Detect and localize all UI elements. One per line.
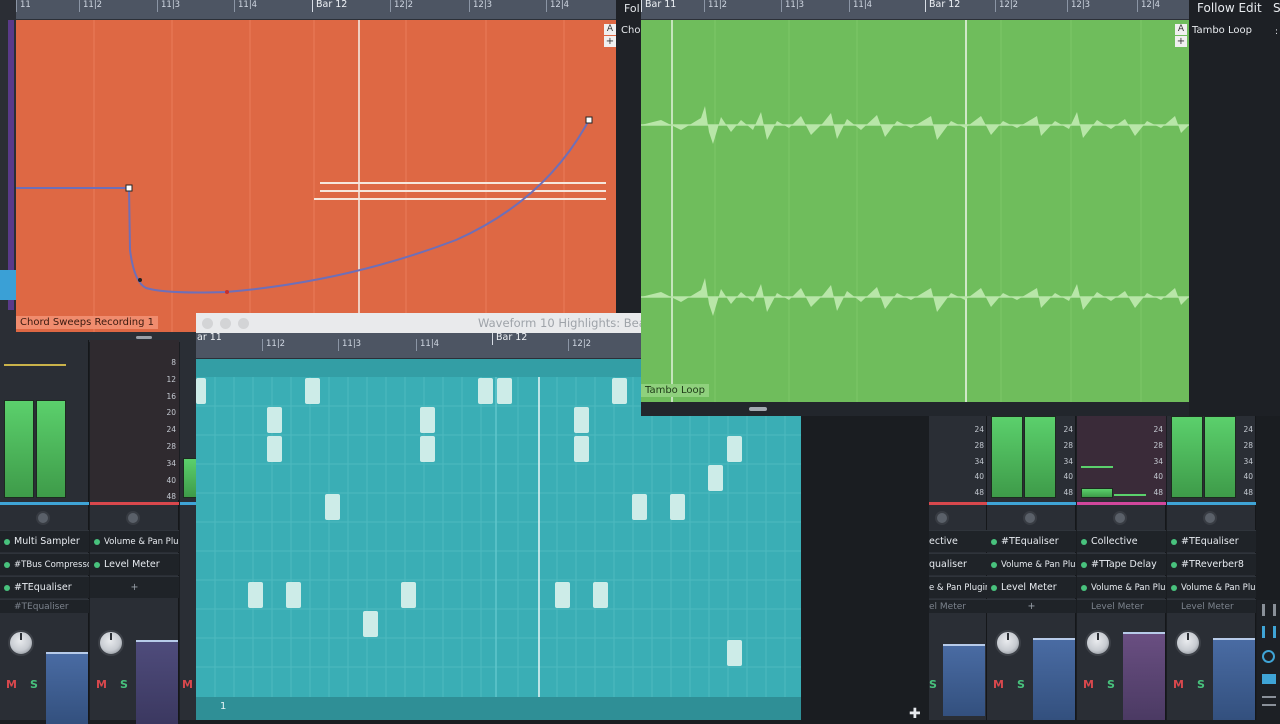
strip-1-pan-knob[interactable] bbox=[36, 511, 50, 525]
strip-5-plugin-2[interactable]: Volume & Pan Plugin bbox=[987, 553, 1076, 575]
piano-footer: 1 bbox=[196, 697, 801, 720]
strip-5-plugin-1[interactable]: #TEqualiser bbox=[987, 530, 1076, 552]
strip-6-plugin-3[interactable]: Volume & Pan Plugin bbox=[1077, 576, 1166, 598]
piano-note[interactable] bbox=[286, 582, 301, 608]
strip-1-plugin-1[interactable]: Multi Sampler bbox=[0, 530, 89, 552]
piano-note[interactable] bbox=[708, 465, 723, 491]
mixer-strip-5: 2428344048 #TEqualiser Volume & Pan Plug… bbox=[987, 416, 1076, 720]
piano-note[interactable] bbox=[420, 436, 435, 462]
orange-auto-button[interactable]: A bbox=[604, 24, 616, 35]
search-icon[interactable] bbox=[1262, 650, 1275, 663]
strip-1-volume-knob[interactable] bbox=[8, 630, 34, 656]
piano-note[interactable] bbox=[574, 407, 589, 433]
right-toolbar bbox=[1257, 600, 1280, 720]
middle-gap-panel: Fol Chor bbox=[616, 0, 645, 340]
strip-1-plugin-4[interactable]: #TEqualiser bbox=[0, 599, 89, 613]
mixer-view-icon[interactable] bbox=[1262, 604, 1276, 616]
piano-note[interactable] bbox=[363, 611, 378, 637]
strip-1-fader[interactable] bbox=[46, 652, 88, 724]
strip-1-solo[interactable]: S bbox=[30, 678, 38, 691]
piano-note[interactable] bbox=[305, 378, 320, 404]
strip-1-name-bar bbox=[4, 364, 66, 366]
strip-5-plugin-3[interactable]: Level Meter bbox=[987, 576, 1076, 598]
strip-2-pan-knob[interactable] bbox=[126, 511, 140, 525]
tag-icon[interactable] bbox=[1262, 674, 1276, 684]
green-clip-name[interactable]: Tambo Loop bbox=[641, 384, 709, 397]
green-clip-bottom-bar bbox=[641, 402, 1189, 416]
piano-grid[interactable] bbox=[196, 377, 801, 717]
top-ruler-green[interactable]: Bar 11 11|2 11|3 11|4 Bar 12 12|2 12|3 1… bbox=[641, 0, 1189, 20]
orange-clip[interactable]: Chord Sweeps Recording 1 bbox=[16, 20, 616, 332]
strip-1-mute[interactable]: M bbox=[6, 678, 17, 691]
strip-2-add-plugin[interactable]: + bbox=[90, 576, 179, 598]
columns-icon[interactable] bbox=[1262, 626, 1276, 638]
piano-note[interactable] bbox=[420, 407, 435, 433]
mixer-strip-6: 24 28 34 40 48 Collective #TTape Delay Volum… bbox=[1077, 416, 1166, 720]
strip-2-solo[interactable]: S bbox=[120, 678, 128, 691]
strip-1-plugin-2[interactable]: #TBus Compressor bbox=[0, 553, 89, 575]
follow-edit-partial[interactable]: Fol bbox=[624, 2, 640, 15]
piano-note[interactable] bbox=[727, 436, 742, 462]
strip-1-plugin-3[interactable]: #TEqualiser bbox=[0, 576, 89, 598]
orange-add-button[interactable]: + bbox=[604, 36, 616, 47]
empty-mixer-area: ✚ bbox=[801, 416, 929, 722]
strip-6-plugin-4[interactable]: Level Meter bbox=[1077, 599, 1166, 613]
piano-note[interactable] bbox=[248, 582, 263, 608]
strip-6-plugin-2[interactable]: #TTape Delay bbox=[1077, 553, 1166, 575]
piano-note[interactable] bbox=[325, 494, 340, 520]
strip-2-fader[interactable] bbox=[136, 640, 178, 724]
piano-note[interactable] bbox=[632, 494, 647, 520]
strip-7-plugin-1[interactable]: #TEqualiser bbox=[1167, 530, 1256, 552]
follow-edit-button[interactable]: Follow Edit bbox=[1197, 1, 1262, 15]
strip-5-meter-l bbox=[991, 416, 1023, 498]
strip-1-meter-r bbox=[36, 400, 66, 498]
piano-note[interactable] bbox=[612, 378, 627, 404]
automation-curve[interactable] bbox=[16, 20, 616, 332]
top-ruler-left[interactable]: 11 11|2 11|3 11|4 Bar 12 12|2 12|3 12|4 bbox=[16, 0, 616, 20]
strip-2-volume-knob[interactable] bbox=[98, 630, 124, 656]
strip-2-mute[interactable]: M bbox=[96, 678, 107, 691]
piano-note[interactable] bbox=[196, 378, 206, 404]
piano-note[interactable] bbox=[593, 582, 608, 608]
waveform-window-title: Waveform 10 Highlights: Beats bbox=[478, 316, 657, 330]
zoom-dot[interactable] bbox=[238, 318, 249, 329]
piano-note[interactable] bbox=[401, 582, 416, 608]
right-top-panel: Follow Edit S Tambo Loop : bbox=[1189, 0, 1280, 416]
green-add-button[interactable]: + bbox=[1175, 36, 1187, 47]
minimize-dot[interactable] bbox=[220, 318, 231, 329]
piano-note[interactable] bbox=[267, 436, 282, 462]
green-clip[interactable]: Tambo Loop bbox=[641, 20, 1189, 402]
strip-2-scale: 8 12 16 20 24 28 34 40 48 bbox=[166, 358, 176, 502]
tambo-loop-label: Tambo Loop bbox=[1192, 25, 1252, 36]
strip-7-plugin-2[interactable]: #TReverber8 bbox=[1167, 553, 1256, 575]
orange-clip-name[interactable]: Chord Sweeps Recording 1 bbox=[16, 316, 159, 329]
strip-1-meter-l bbox=[4, 400, 34, 498]
green-auto-button[interactable]: A bbox=[1175, 24, 1187, 35]
piano-note[interactable] bbox=[670, 494, 685, 520]
mixer-strip-4: 24 28 34 40 48 ective qualiser e & Pan Plugi… bbox=[929, 416, 987, 720]
piano-note[interactable] bbox=[727, 640, 742, 666]
piano-note[interactable] bbox=[478, 378, 493, 404]
piano-note[interactable] bbox=[497, 378, 512, 404]
mixer-strip-2: 81216202428344048 Volume & Pan Plugin Le… bbox=[90, 340, 179, 724]
strip-7-plugin-3[interactable]: Volume & Pan Plugin bbox=[1167, 576, 1256, 598]
piano-note[interactable] bbox=[574, 436, 589, 462]
follow-edit-right-partial[interactable]: S bbox=[1273, 1, 1280, 15]
close-dot[interactable] bbox=[202, 318, 213, 329]
left-edge-panel bbox=[0, 0, 16, 340]
strip-6-plugin-1[interactable]: Collective bbox=[1077, 530, 1166, 552]
mixer-strip-1: Multi Sampler #TBus Compressor #TEqualis… bbox=[0, 340, 89, 724]
strip-5-meter-r bbox=[1024, 416, 1056, 498]
waveform bbox=[641, 20, 1189, 402]
strip-2-plugin-1[interactable]: Volume & Pan Plugin bbox=[90, 530, 179, 552]
piano-note[interactable] bbox=[267, 407, 282, 433]
strip-7-plugin-4[interactable]: Level Meter bbox=[1167, 599, 1256, 613]
mixer-strip-7: 24 28 34 40 48 #TEqualiser #TReverber8 Volum… bbox=[1167, 416, 1256, 720]
strip-2-plugin-2[interactable]: Level Meter bbox=[90, 553, 179, 575]
piano-note[interactable] bbox=[555, 582, 570, 608]
strip-5-add-plugin[interactable]: + bbox=[987, 599, 1076, 613]
resize-icon[interactable] bbox=[1262, 696, 1276, 706]
